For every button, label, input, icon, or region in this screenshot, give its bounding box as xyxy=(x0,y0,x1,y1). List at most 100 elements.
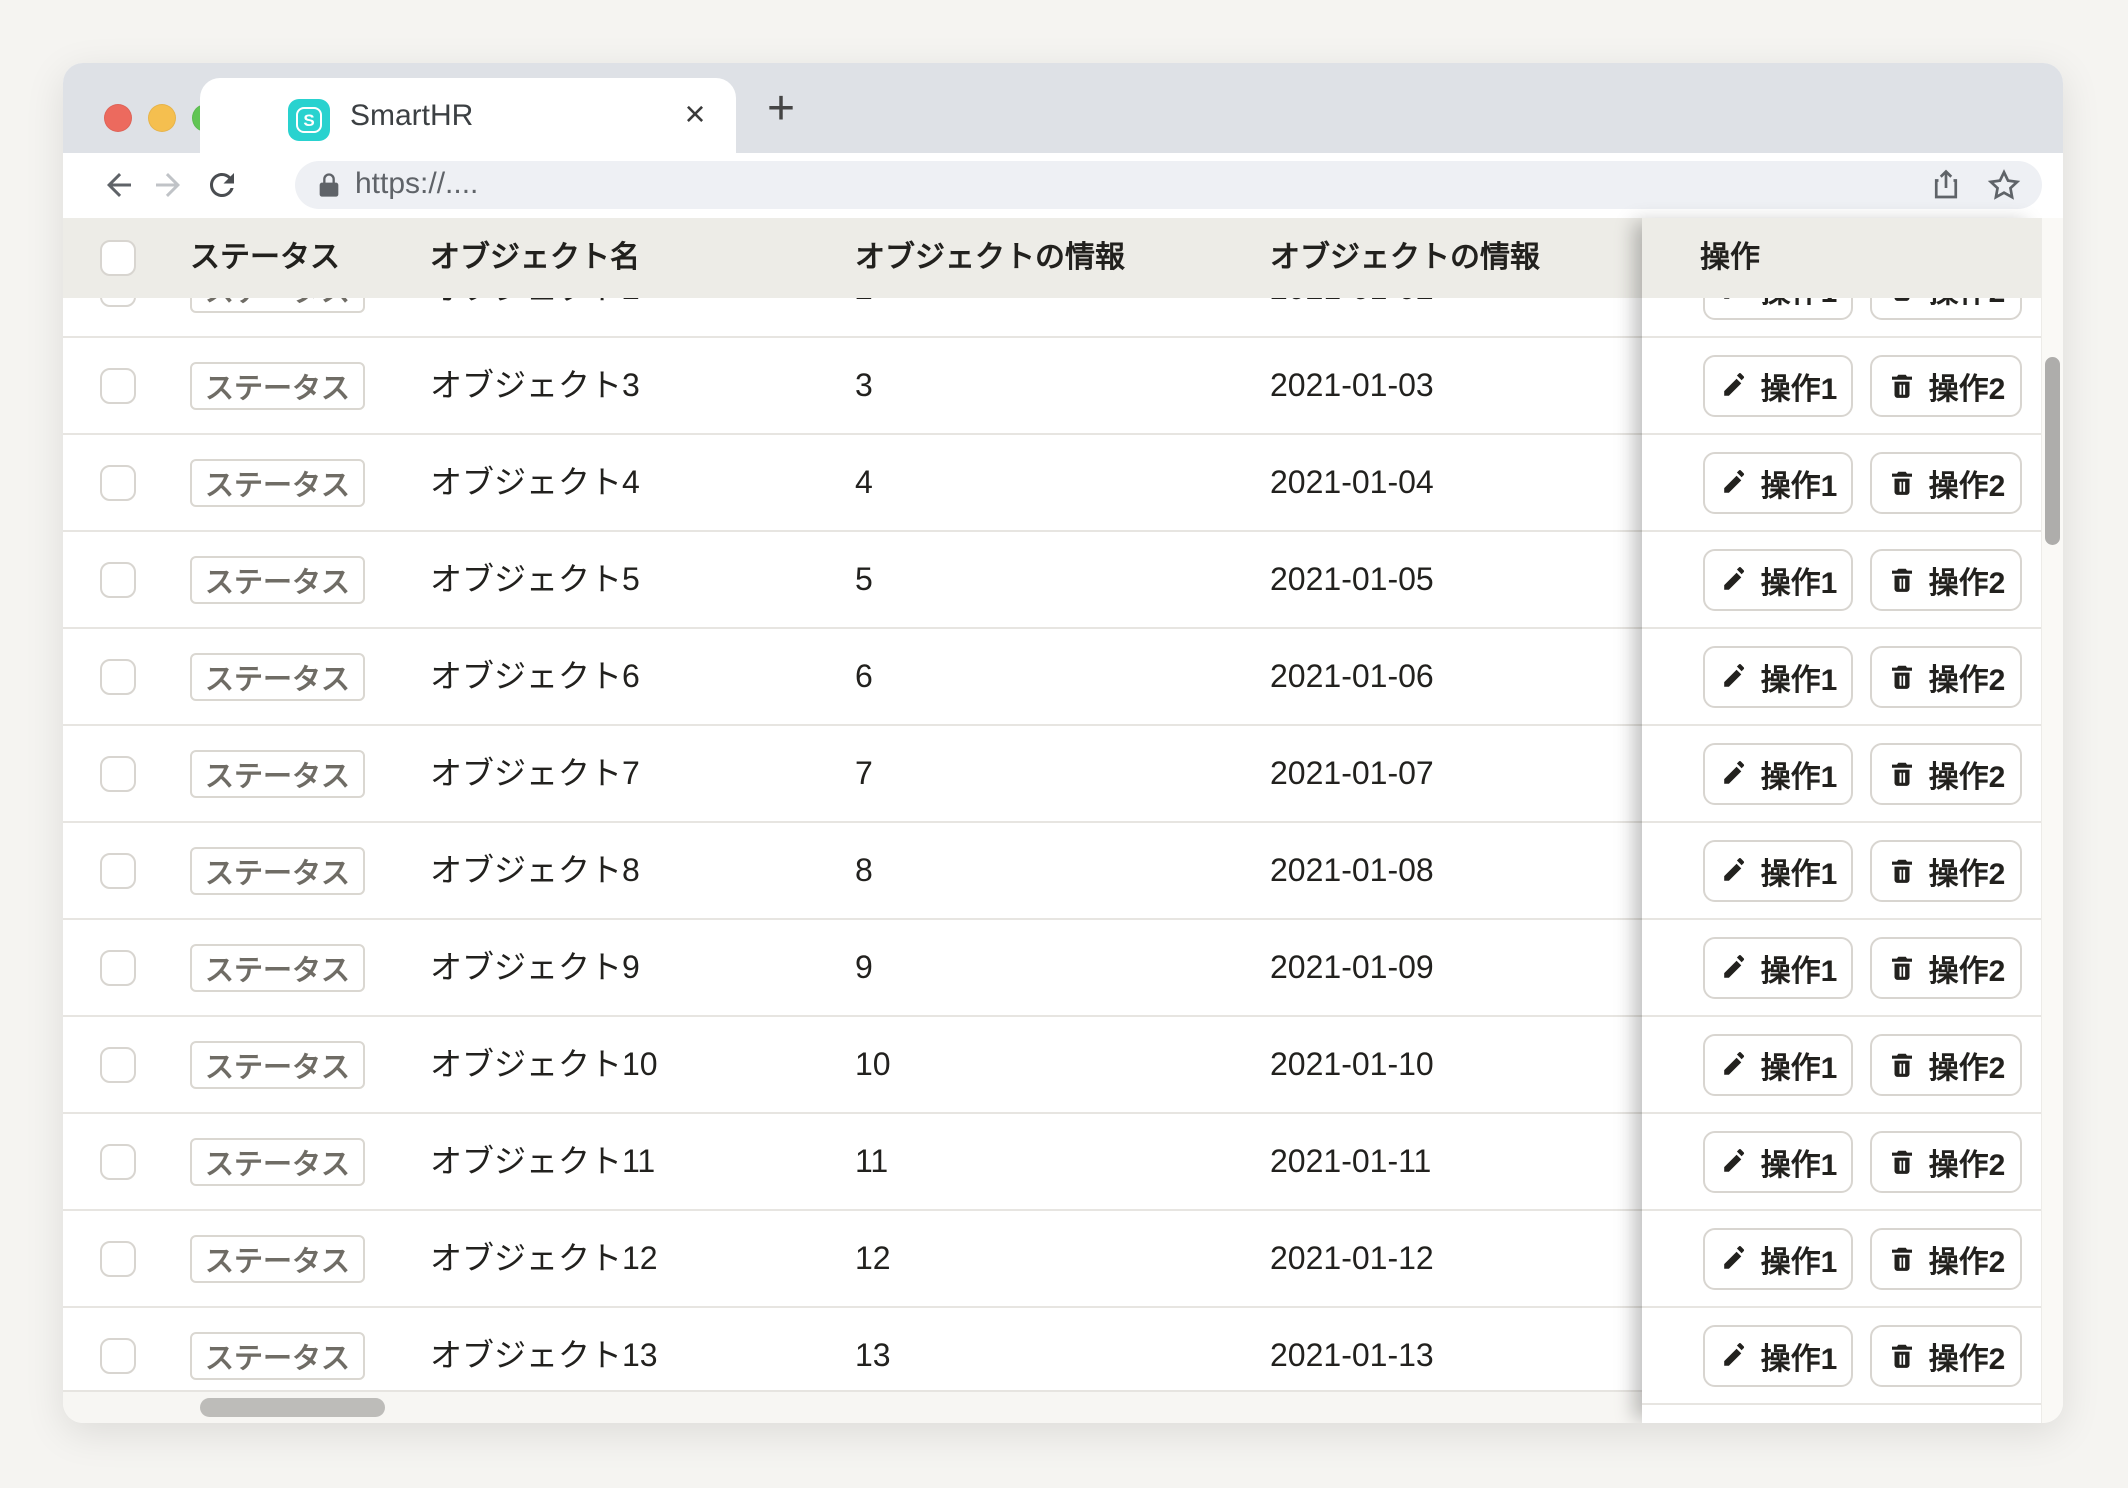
pencil-icon xyxy=(1719,1341,1749,1371)
action2-label: 操作2 xyxy=(1929,461,2006,505)
action1-button[interactable]: 操作1 xyxy=(1703,452,1853,514)
select-all-checkbox[interactable] xyxy=(100,240,136,276)
action-row: 操作1 操作2 xyxy=(1642,338,2041,435)
action2-button[interactable]: 操作2 xyxy=(1870,1131,2022,1193)
status-badge: ステータス xyxy=(190,1041,365,1089)
trash-icon xyxy=(1887,953,1917,983)
back-icon[interactable] xyxy=(98,164,140,206)
row-checkbox[interactable] xyxy=(100,1241,136,1277)
action1-label: 操作1 xyxy=(1761,849,1838,893)
row-checkbox[interactable] xyxy=(100,1047,136,1083)
header-object-info2: オブジェクトの情報 xyxy=(1270,218,1540,298)
horizontal-scrollbar-thumb[interactable] xyxy=(200,1398,385,1417)
row-checkbox[interactable] xyxy=(100,368,136,404)
action1-button[interactable]: 操作1 xyxy=(1703,1228,1853,1290)
action2-button[interactable]: 操作2 xyxy=(1870,452,2022,514)
trash-icon xyxy=(1887,468,1917,498)
action1-label: 操作1 xyxy=(1761,461,1838,505)
action2-button[interactable]: 操作2 xyxy=(1870,549,2022,611)
action1-button[interactable]: 操作1 xyxy=(1703,646,1853,708)
pencil-icon xyxy=(1719,856,1749,886)
reload-icon[interactable] xyxy=(201,164,243,206)
pencil-icon xyxy=(1719,298,1749,304)
object-info2-cell: 2021-01-06 xyxy=(1270,629,1434,724)
trash-icon xyxy=(1887,662,1917,692)
row-checkbox[interactable] xyxy=(100,562,136,598)
lock-icon xyxy=(315,171,343,199)
action1-button[interactable]: 操作1 xyxy=(1703,743,1853,805)
tab-title: SmartHR xyxy=(350,78,473,153)
action1-button[interactable]: 操作1 xyxy=(1703,840,1853,902)
action2-label: 操作2 xyxy=(1929,1334,2006,1378)
action2-button[interactable]: 操作2 xyxy=(1870,840,2022,902)
object-info1-cell: 3 xyxy=(855,338,873,433)
action2-button[interactable]: 操作2 xyxy=(1870,1034,2022,1096)
action2-button[interactable]: 操作2 xyxy=(1870,1325,2022,1387)
window-close-button[interactable] xyxy=(104,104,132,132)
row-checkbox[interactable] xyxy=(100,756,136,792)
action1-button[interactable]: 操作1 xyxy=(1703,298,1853,320)
action2-button[interactable]: 操作2 xyxy=(1870,743,2022,805)
trash-icon xyxy=(1887,1050,1917,1080)
forward-icon[interactable] xyxy=(147,164,189,206)
row-checkbox[interactable] xyxy=(100,659,136,695)
object-info2-cell: 2021-01-13 xyxy=(1270,1308,1434,1390)
action2-button[interactable]: 操作2 xyxy=(1870,646,2022,708)
action2-label: 操作2 xyxy=(1929,752,2006,796)
action2-button[interactable]: 操作2 xyxy=(1870,355,2022,417)
share-icon[interactable] xyxy=(1928,167,1964,203)
action1-button[interactable]: 操作1 xyxy=(1703,1131,1853,1193)
action1-label: 操作1 xyxy=(1761,655,1838,699)
object-name-cell: オブジェクト11 xyxy=(430,1114,655,1209)
action2-label: 操作2 xyxy=(1929,558,2006,602)
object-name-cell: オブジェクト3 xyxy=(430,338,640,433)
status-badge: ステータス xyxy=(190,1138,365,1186)
object-info1-cell: 2 xyxy=(855,298,873,336)
action-rows: 操作1 操作2 操作1 操作2 操作1 xyxy=(1642,298,2041,1405)
browser-toolbar: https://.... xyxy=(63,153,2063,218)
row-checkbox[interactable] xyxy=(100,1144,136,1180)
url-text[interactable]: https://.... xyxy=(355,161,478,209)
trash-icon xyxy=(1887,759,1917,789)
bookmark-star-icon[interactable] xyxy=(1986,167,2022,203)
favicon-letter: S xyxy=(296,107,322,133)
trash-icon xyxy=(1887,371,1917,401)
browser-tab[interactable]: S SmartHR × xyxy=(200,78,736,153)
object-info2-cell: 2021-01-07 xyxy=(1270,726,1434,821)
horizontal-scrollbar-track[interactable] xyxy=(63,1390,1642,1423)
action2-button[interactable]: 操作2 xyxy=(1870,937,2022,999)
desktop: { "browser": { "tab": { "title": "SmartH… xyxy=(0,0,2128,1488)
action2-label: 操作2 xyxy=(1929,364,2006,408)
new-tab-button[interactable]: + xyxy=(753,71,809,146)
action2-button[interactable]: 操作2 xyxy=(1870,1228,2022,1290)
url-bar[interactable]: https://.... xyxy=(295,161,2042,209)
row-checkbox[interactable] xyxy=(100,465,136,501)
vertical-scrollbar-thumb[interactable] xyxy=(2045,357,2060,545)
trash-icon xyxy=(1887,856,1917,886)
row-checkbox[interactable] xyxy=(100,950,136,986)
action-row: 操作1 操作2 xyxy=(1642,629,2041,726)
trash-icon xyxy=(1887,1341,1917,1371)
object-info1-cell: 9 xyxy=(855,920,873,1015)
vertical-scrollbar-track[interactable] xyxy=(2041,218,2063,1423)
trash-icon xyxy=(1887,1244,1917,1274)
window-minimize-button[interactable] xyxy=(148,104,176,132)
row-checkbox[interactable] xyxy=(100,298,136,307)
action1-button[interactable]: 操作1 xyxy=(1703,549,1853,611)
action1-button[interactable]: 操作1 xyxy=(1703,355,1853,417)
tab-close-icon[interactable]: × xyxy=(670,78,720,153)
object-info2-cell: 2021-01-05 xyxy=(1270,532,1434,627)
action1-button[interactable]: 操作1 xyxy=(1703,937,1853,999)
row-checkbox[interactable] xyxy=(100,853,136,889)
action1-label: 操作1 xyxy=(1761,298,1838,311)
object-info2-cell: 2021-01-08 xyxy=(1270,823,1434,918)
action1-button[interactable]: 操作1 xyxy=(1703,1325,1853,1387)
object-info1-cell: 12 xyxy=(855,1211,891,1306)
action2-button[interactable]: 操作2 xyxy=(1870,298,2022,320)
action-row: 操作1 操作2 xyxy=(1642,1308,2041,1405)
object-info2-cell: 2021-01-02 xyxy=(1270,298,1434,336)
action1-button[interactable]: 操作1 xyxy=(1703,1034,1853,1096)
object-info2-cell: 2021-01-03 xyxy=(1270,338,1434,433)
row-checkbox[interactable] xyxy=(100,1338,136,1374)
trash-icon xyxy=(1887,565,1917,595)
